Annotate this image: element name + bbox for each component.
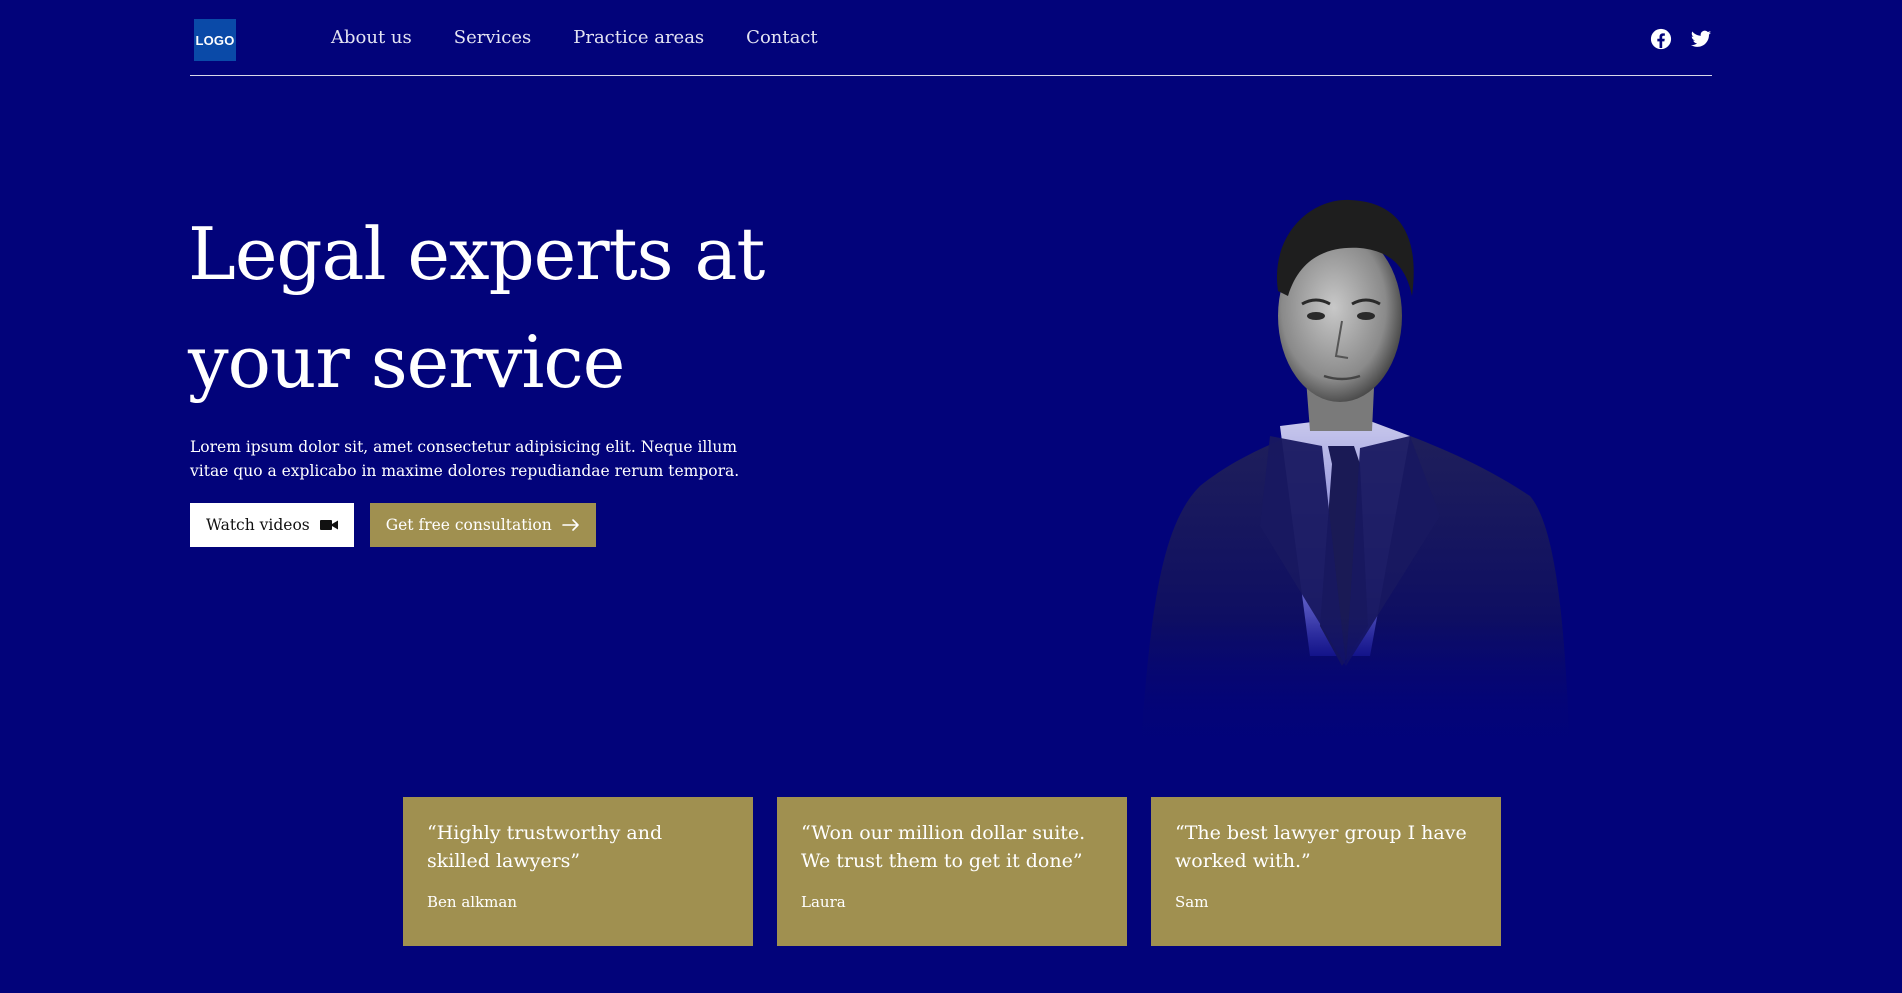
hero-title-line-2: your service: [188, 320, 625, 404]
get-free-consultation-button[interactable]: Get free consultation: [369, 503, 596, 547]
hero-description: Lorem ipsum dolor sit, amet consectetur …: [190, 438, 740, 480]
testimonial-quote: “Highly trustworthy and skilled lawyers”: [427, 822, 663, 872]
testimonial-card: “The best lawyer group I have worked wit…: [1151, 797, 1501, 946]
social-links: [1650, 28, 1712, 50]
watch-videos-button[interactable]: Watch videos: [190, 503, 354, 547]
logo[interactable]: LOGO: [194, 19, 236, 61]
video-camera-icon: [319, 520, 338, 530]
testimonial-card: “Highly trustworthy and skilled lawyers”…: [403, 797, 753, 946]
main-nav: About us Services Practice areas Contact: [331, 27, 860, 48]
hero-buttons: Watch videos Get free consultation: [190, 503, 596, 547]
hero-title: Legal experts at your service: [188, 200, 808, 416]
nav-about-us[interactable]: About us: [331, 27, 412, 48]
consultation-label: Get free consultation: [385, 516, 552, 534]
nav-practice-areas[interactable]: Practice areas: [573, 27, 704, 48]
testimonial-author: Ben alkman: [427, 893, 517, 911]
testimonial-card: “Won our million dollar suite. We trust …: [777, 797, 1127, 946]
facebook-icon[interactable]: [1650, 28, 1672, 50]
site-header: LOGO About us Services Practice areas Co…: [190, 0, 1712, 76]
lawyer-portrait: [1110, 196, 1570, 756]
testimonials: “Highly trustworthy and skilled lawyers”…: [403, 797, 1501, 946]
testimonial-author: Laura: [801, 893, 846, 911]
testimonial-author: Sam: [1175, 893, 1209, 911]
testimonial-quote: “Won our million dollar suite. We trust …: [801, 822, 1086, 872]
testimonial-quote: “The best lawyer group I have worked wit…: [1175, 822, 1467, 872]
twitter-icon[interactable]: [1690, 28, 1712, 50]
page: LOGO About us Services Practice areas Co…: [0, 0, 1902, 993]
hero-title-line-1: Legal experts at: [188, 212, 765, 296]
nav-services[interactable]: Services: [454, 27, 531, 48]
watch-videos-label: Watch videos: [206, 516, 310, 534]
nav-contact[interactable]: Contact: [746, 27, 817, 48]
arrow-right-icon: [561, 519, 579, 531]
